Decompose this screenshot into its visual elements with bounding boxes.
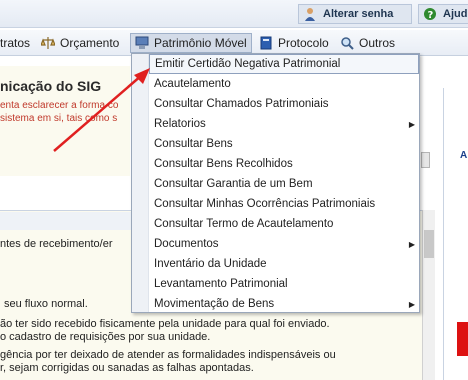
dropdown-item-label: Inventário da Unidade — [154, 258, 267, 270]
info-line-7: gência por ter deixado de atender as for… — [0, 349, 336, 361]
dropdown-item-levantamento[interactable]: Levantamento Patrimonial — [149, 274, 419, 294]
top-bar: Alterar senha ? Ajud — [0, 0, 468, 28]
dropdown-item-label: Movimentação de Bens — [154, 298, 275, 310]
dropdown-item-label: Documentos — [154, 238, 219, 250]
info-line-6: o cadastro de requisições por sua unidad… — [0, 331, 211, 343]
menu-orcamento-label: Orçamento — [60, 36, 120, 50]
dropdown-item-label: Consultar Bens Recolhidos — [154, 158, 293, 170]
dropdown-item-label: Consultar Chamados Patrimoniais — [154, 98, 329, 110]
info-line-5: ão ter sido recebido fisicamente pela un… — [0, 318, 330, 330]
dropdown-item-movimentacao[interactable]: Movimentação de Bens ▶ — [149, 294, 419, 314]
svg-text:?: ? — [428, 10, 434, 21]
notice-line-2: sistema em si, tais como s — [0, 113, 118, 124]
help-icon: ? — [423, 7, 437, 21]
menu-contratos[interactable]: tratos — [0, 33, 30, 53]
menu-patrimonio-movel-label: Patrimônio Móvel — [154, 36, 247, 50]
change-password-button[interactable]: Alterar senha — [298, 4, 412, 24]
dropdown-item-documentos[interactable]: Documentos ▶ — [149, 234, 419, 254]
dropdown-item-label: Consultar Bens — [154, 138, 233, 150]
dropdown-item-label: Levantamento Patrimonial — [154, 278, 288, 290]
dropdown-item-relatorios[interactable]: Relatorios ▶ — [149, 114, 419, 134]
patrimonio-movel-dropdown: Emitir Certidão Negativa Patrimonial Aca… — [131, 53, 420, 313]
dropdown-item-bens-recolhidos[interactable]: Consultar Bens Recolhidos — [149, 154, 419, 174]
dropdown-item-label: Consultar Garantia de um Bem — [154, 178, 313, 190]
submenu-arrow-icon: ▶ — [408, 119, 415, 129]
red-side-button[interactable] — [457, 322, 468, 356]
user-icon — [303, 7, 317, 21]
computer-icon — [135, 36, 149, 50]
submenu-arrow-icon: ▶ — [408, 239, 415, 249]
menu-outros[interactable]: Outros — [340, 33, 395, 53]
info-line-4: seu fluxo normal. — [4, 298, 88, 310]
book-icon — [259, 36, 273, 50]
dropdown-item-label: Acautelamento — [154, 78, 231, 90]
dropdown-item-label: Consultar Termo de Acautelamento — [154, 218, 334, 230]
dropdown-item-acautelamento[interactable]: Acautelamento — [149, 74, 419, 94]
dropdown-item-consultar-bens[interactable]: Consultar Bens — [149, 134, 419, 154]
dropdown-item-termo-acautelamento[interactable]: Consultar Termo de Acautelamento — [149, 214, 419, 234]
dropdown-gutter — [132, 54, 149, 312]
dropdown-item-label: Emitir Certidão Negativa Patrimonial — [155, 58, 341, 70]
info-box-scrollbar[interactable] — [422, 210, 435, 380]
info-line-3: ntes de recebimento/er — [0, 238, 113, 250]
help-button[interactable]: ? Ajud — [418, 4, 468, 24]
dropdown-item-emitir-certidao[interactable]: Emitir Certidão Negativa Patrimonial — [149, 54, 419, 74]
submenu-arrow-icon: ▶ — [408, 299, 415, 309]
menu-protocolo[interactable]: Protocolo — [259, 33, 329, 53]
menu-orcamento[interactable]: Orçamento — [40, 33, 120, 53]
menu-patrimonio-movel[interactable]: Patrimônio Móvel — [130, 33, 252, 53]
menu-contratos-label: tratos — [0, 36, 31, 50]
dropdown-item-inventario[interactable]: Inventário da Unidade — [149, 254, 419, 274]
right-column-letter: A — [460, 150, 468, 161]
dropdown-item-minhas-ocorrencias[interactable]: Consultar Minhas Ocorrências Patrimoniai… — [149, 194, 419, 214]
page-title: nicação do SIG — [0, 78, 102, 94]
notice-line-1: enta esclarecer a forma co — [0, 100, 119, 111]
dropdown-item-label: Consultar Minhas Ocorrências Patrimoniai… — [154, 198, 376, 210]
menu-protocolo-label: Protocolo — [278, 36, 329, 50]
change-password-label: Alterar senha — [323, 8, 394, 20]
scrollbar-thumb[interactable] — [424, 230, 434, 258]
info-line-8: r, sejam corrigidas ou sanadas as falhas… — [0, 362, 254, 374]
dropdown-item-consultar-chamados[interactable]: Consultar Chamados Patrimoniais — [149, 94, 419, 114]
menu-outros-label: Outros — [359, 36, 396, 50]
scales-icon — [40, 36, 56, 50]
dropdown-item-label: Relatorios — [154, 118, 206, 130]
magnifier-icon — [340, 36, 354, 50]
side-scroll-button[interactable] — [421, 152, 430, 168]
info-box-header — [0, 212, 143, 230]
help-label: Ajud — [443, 8, 468, 20]
dropdown-item-garantia-bem[interactable]: Consultar Garantia de um Bem — [149, 174, 419, 194]
